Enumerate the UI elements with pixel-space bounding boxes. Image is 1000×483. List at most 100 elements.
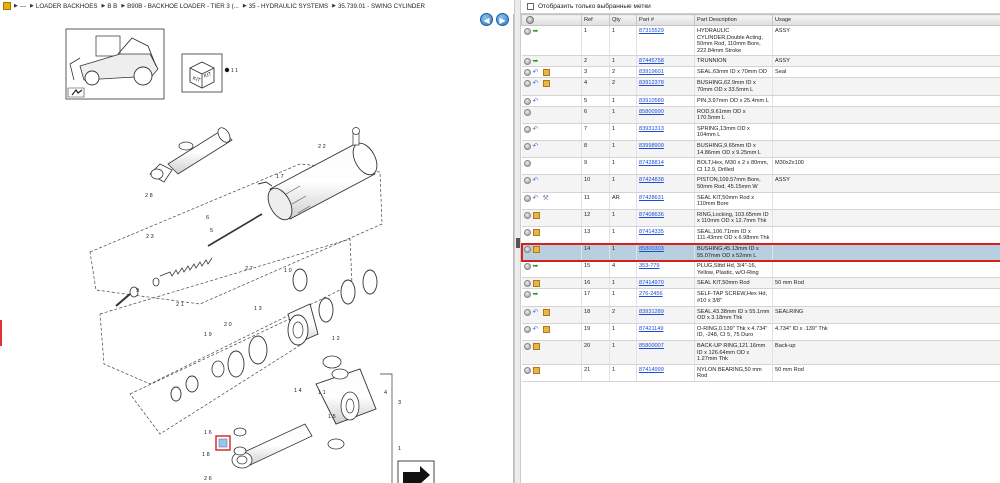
substitute-part-icon[interactable]: ↶ — [533, 177, 541, 184]
show-selected-checkbox[interactable] — [527, 3, 534, 10]
parts-table-row[interactable]: ↶ 19 1 87421149 O-RING,0.139" Thk x 4.734" I… — [521, 323, 1000, 342]
add-to-cart-icon[interactable] — [523, 308, 531, 316]
callout-label[interactable]: 2 6 — [204, 476, 212, 482]
callout-label[interactable]: 2 0 — [224, 322, 232, 328]
package-icon[interactable] — [532, 246, 540, 254]
part-number-link[interactable]: 87414335 — [639, 229, 664, 235]
substitute-part-icon[interactable]: ↶ — [533, 80, 541, 87]
cylinder-rod[interactable] — [149, 126, 233, 183]
part-number-link[interactable]: 87408636 — [639, 212, 664, 218]
add-to-cart-icon[interactable] — [523, 177, 531, 185]
substitute-part-icon[interactable]: ↶ — [533, 143, 541, 150]
callout-label[interactable]: 1 3 — [254, 306, 262, 312]
callout-label[interactable]: 2 2 — [318, 144, 326, 150]
parts-table-row[interactable]: 6 1 85800990 ROD,9.61mm OD x 170.5mm L — [521, 106, 1000, 124]
add-to-cart-icon[interactable] — [523, 58, 531, 66]
parts-table-row[interactable]: ➥ 2 1 87445758 TRUNNION ASSY — [521, 55, 1000, 68]
part-number-link[interactable]: 83931313 — [639, 126, 664, 132]
add-to-cart-icon[interactable] — [523, 69, 531, 77]
trunnion[interactable] — [315, 355, 377, 450]
package-icon[interactable] — [542, 308, 550, 316]
go-to-assembly-icon[interactable]: ➥ — [533, 58, 541, 65]
callout-label[interactable]: 1 7 — [276, 174, 284, 180]
part-number-link[interactable]: 85800990 — [639, 109, 664, 115]
substitute-part-icon[interactable]: ↶ — [533, 69, 541, 76]
exploded-parts-diagram[interactable]: KIT KIT 1 1 2 8 1 7 2 2 6 5 2 3 2 7 9 2 … — [0, 14, 514, 483]
part-number-link[interactable]: 87424838 — [639, 177, 664, 183]
callout-label[interactable]: 5 — [210, 228, 213, 234]
select-all-header[interactable] — [521, 14, 582, 26]
add-to-cart-icon[interactable] — [523, 343, 531, 350]
part-number-link[interactable]: 87428814 — [639, 160, 664, 166]
part-number-link[interactable]: 87428631 — [639, 195, 664, 201]
add-to-cart-icon[interactable] — [523, 325, 531, 333]
callout-label[interactable]: 1 0 — [284, 268, 292, 274]
substitute-part-icon[interactable]: ↶ — [533, 326, 541, 333]
bushing[interactable] — [211, 360, 225, 378]
column-header[interactable]: Ref — [581, 14, 610, 26]
package-icon[interactable] — [532, 280, 540, 288]
parts-table-row[interactable]: ↶ 4 2 83912378 BUSHING,62.9mm ID x 70mm OD x… — [521, 77, 1000, 96]
callout-label[interactable]: 1 2 — [332, 336, 340, 342]
column-header[interactable]: Part # — [636, 14, 695, 26]
kit-box[interactable]: KIT KIT — [181, 53, 223, 93]
next-page-icon[interactable] — [397, 460, 435, 483]
go-to-assembly-icon[interactable]: ➥ — [533, 291, 541, 298]
add-to-cart-icon[interactable] — [523, 97, 531, 105]
parts-table-row[interactable]: ↶ 10 1 87424838 PISTON,109.57mm Bore, 50mm R… — [521, 174, 1000, 193]
part-number-link[interactable]: 83912378 — [639, 80, 664, 86]
part-number-link[interactable]: 87414999 — [639, 367, 664, 373]
add-to-cart-icon[interactable] — [523, 28, 531, 35]
screw[interactable] — [257, 181, 273, 187]
part-number-link[interactable]: 83998909 — [639, 143, 664, 149]
column-header[interactable]: Qty — [609, 14, 637, 26]
parts-table-row[interactable]: 14 1 85800303 BUSHING,45.13mm ID x 55.07mm … — [520, 242, 1000, 262]
callout-label[interactable]: 6 — [206, 215, 209, 221]
part-number-link[interactable]: 87315529 — [639, 28, 664, 34]
package-icon[interactable] — [532, 366, 540, 374]
package-icon[interactable] — [542, 80, 550, 88]
add-to-cart-icon[interactable] — [523, 211, 531, 219]
parts-table-row[interactable]: ➥ 1 1 87315529 HYDRAULIC CYLINDER,Double Act… — [521, 25, 1000, 57]
piston[interactable] — [287, 303, 319, 346]
callout-label[interactable]: 1 6 — [204, 430, 212, 436]
add-to-cart-icon[interactable] — [523, 160, 531, 168]
parts-table-row[interactable]: ↶ ⚒ 11 AR 87428631 SEAL KIT,50mm Rod x 110mm … — [521, 192, 1000, 210]
callout-label[interactable]: 2 8 — [145, 193, 153, 199]
part-number-link[interactable]: 85800007 — [639, 343, 664, 349]
callout-label[interactable]: 1 — [398, 446, 401, 452]
column-header[interactable]: Usage — [772, 14, 1000, 26]
add-to-cart-icon[interactable] — [523, 194, 531, 202]
add-to-cart-icon[interactable] — [523, 291, 531, 299]
part-number-link[interactable]: 87414970 — [639, 280, 664, 286]
panel-splitter[interactable] — [514, 0, 521, 483]
parts-table-row[interactable]: ↶ 7 1 83931313 SPRING,13mm OD x 104mm L — [521, 123, 1000, 141]
breadcrumb-item[interactable]: ▶ 35.739.01 - SWING CYLINDER — [332, 3, 425, 10]
breadcrumb-item[interactable]: ▶ B90B - BACKHOE LOADER - TIER 3 (... — [121, 3, 239, 10]
add-to-cart-icon[interactable] — [523, 280, 531, 288]
package-icon[interactable] — [532, 343, 540, 350]
part-number-link[interactable]: 276-2456 — [639, 291, 663, 297]
parts-table-row[interactable]: ➥ 15 4 353-779 PLUG,Slttd Hd, 3/4"-16, Yello… — [521, 260, 1000, 279]
parts-table-row[interactable]: 16 1 87414970 SEAL KIT,50mm Rod 50 mm Rod — [521, 277, 1000, 290]
parts-table-row[interactable]: ↶ 8 1 83998909 BUSHING,9.65mm ID x 14.86mm O… — [521, 140, 1000, 159]
header-options-icon[interactable] — [526, 16, 534, 24]
breadcrumb-item[interactable]: ▶ 35 - HYDRAULIC SYSTEMS — [243, 3, 328, 10]
callout-label[interactable]: 1 9 — [204, 332, 212, 338]
part-number-link[interactable]: 83931289 — [639, 309, 664, 315]
parts-table-row[interactable]: ↶ 3 2 83919601 SEAL,63mm ID x 70mm OD Seal — [521, 66, 1000, 79]
callout-label[interactable]: 1 4 — [294, 388, 302, 394]
part-number-link[interactable]: 83910589 — [639, 98, 664, 104]
add-to-cart-icon[interactable] — [523, 142, 531, 150]
callout-label[interactable]: 2 1 — [176, 302, 184, 308]
go-to-assembly-icon[interactable]: ➥ — [533, 263, 541, 270]
add-to-cart-icon[interactable] — [523, 80, 531, 88]
part-number-link[interactable]: 87445758 — [639, 58, 664, 64]
package-icon[interactable] — [532, 211, 540, 219]
callout-label[interactable]: 2 7 — [245, 266, 253, 272]
breadcrumb-item[interactable]: ▶ LOADER BACKHOES — [30, 3, 97, 10]
substitute-part-icon[interactable]: ↶ — [533, 195, 541, 202]
parts-table-row[interactable]: 9 1 87428814 BOLT,Hex, M30 x 2 x 80mm, CI 1… — [521, 157, 1000, 176]
callout-label[interactable]: 1 8 — [202, 452, 210, 458]
parts-table-row[interactable]: ➥ 17 1 276-2456 SELF-TAP SCREW,Hex Hd, #10 x… — [521, 288, 1000, 307]
